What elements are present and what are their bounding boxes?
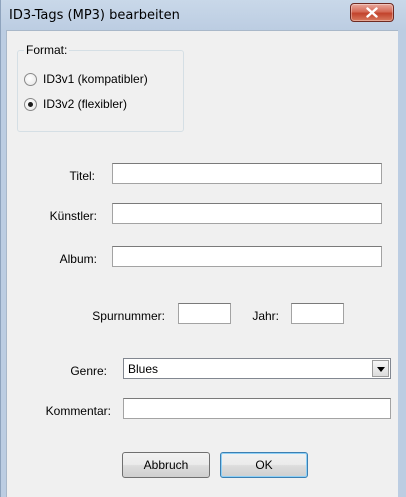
album-label: Album:	[59, 252, 97, 266]
cancel-button[interactable]: Abbruch	[122, 452, 210, 478]
radio-id3v1-label: ID3v1 (kompatibler)	[43, 72, 148, 86]
radio-id3v2[interactable]: ID3v2 (flexibler)	[24, 95, 127, 113]
dialog-window: ID3-Tags (MP3) bearbeiten Format: ID3v1 …	[0, 0, 406, 497]
spurnummer-label: Spurnummer:	[92, 309, 165, 323]
dialog-content: Format: ID3v1 (kompatibler) ID3v2 (flexi…	[6, 30, 398, 497]
genre-dropdown[interactable]: Blues	[123, 358, 391, 379]
ok-button[interactable]: OK	[220, 452, 308, 478]
radio-id3v1[interactable]: ID3v1 (kompatibler)	[24, 70, 148, 88]
titel-label: Titel:	[69, 169, 95, 183]
radio-id3v1-button[interactable]	[24, 72, 37, 86]
chevron-down-icon[interactable]	[372, 360, 389, 377]
genre-selected-value: Blues	[128, 362, 159, 376]
titel-input[interactable]	[112, 163, 382, 184]
album-input[interactable]	[112, 246, 382, 267]
genre-label: Genre:	[70, 364, 107, 378]
jahr-input[interactable]	[291, 303, 344, 324]
window-title: ID3-Tags (MP3) bearbeiten	[9, 8, 180, 23]
format-group-legend: Format:	[24, 43, 70, 57]
format-group: Format: ID3v1 (kompatibler) ID3v2 (flexi…	[17, 43, 184, 132]
kuenstler-input[interactable]	[112, 203, 382, 224]
radio-id3v2-label: ID3v2 (flexibler)	[43, 97, 128, 111]
close-icon	[366, 7, 378, 18]
jahr-label: Jahr:	[252, 309, 279, 323]
title-bar[interactable]: ID3-Tags (MP3) bearbeiten	[1, 0, 406, 30]
close-button[interactable]	[350, 3, 394, 22]
kommentar-input[interactable]	[123, 398, 391, 419]
spurnummer-input[interactable]	[178, 303, 231, 324]
kuenstler-label: Künstler:	[49, 209, 97, 223]
radio-id3v2-button[interactable]	[24, 97, 37, 111]
kommentar-label: Kommentar:	[45, 404, 111, 418]
